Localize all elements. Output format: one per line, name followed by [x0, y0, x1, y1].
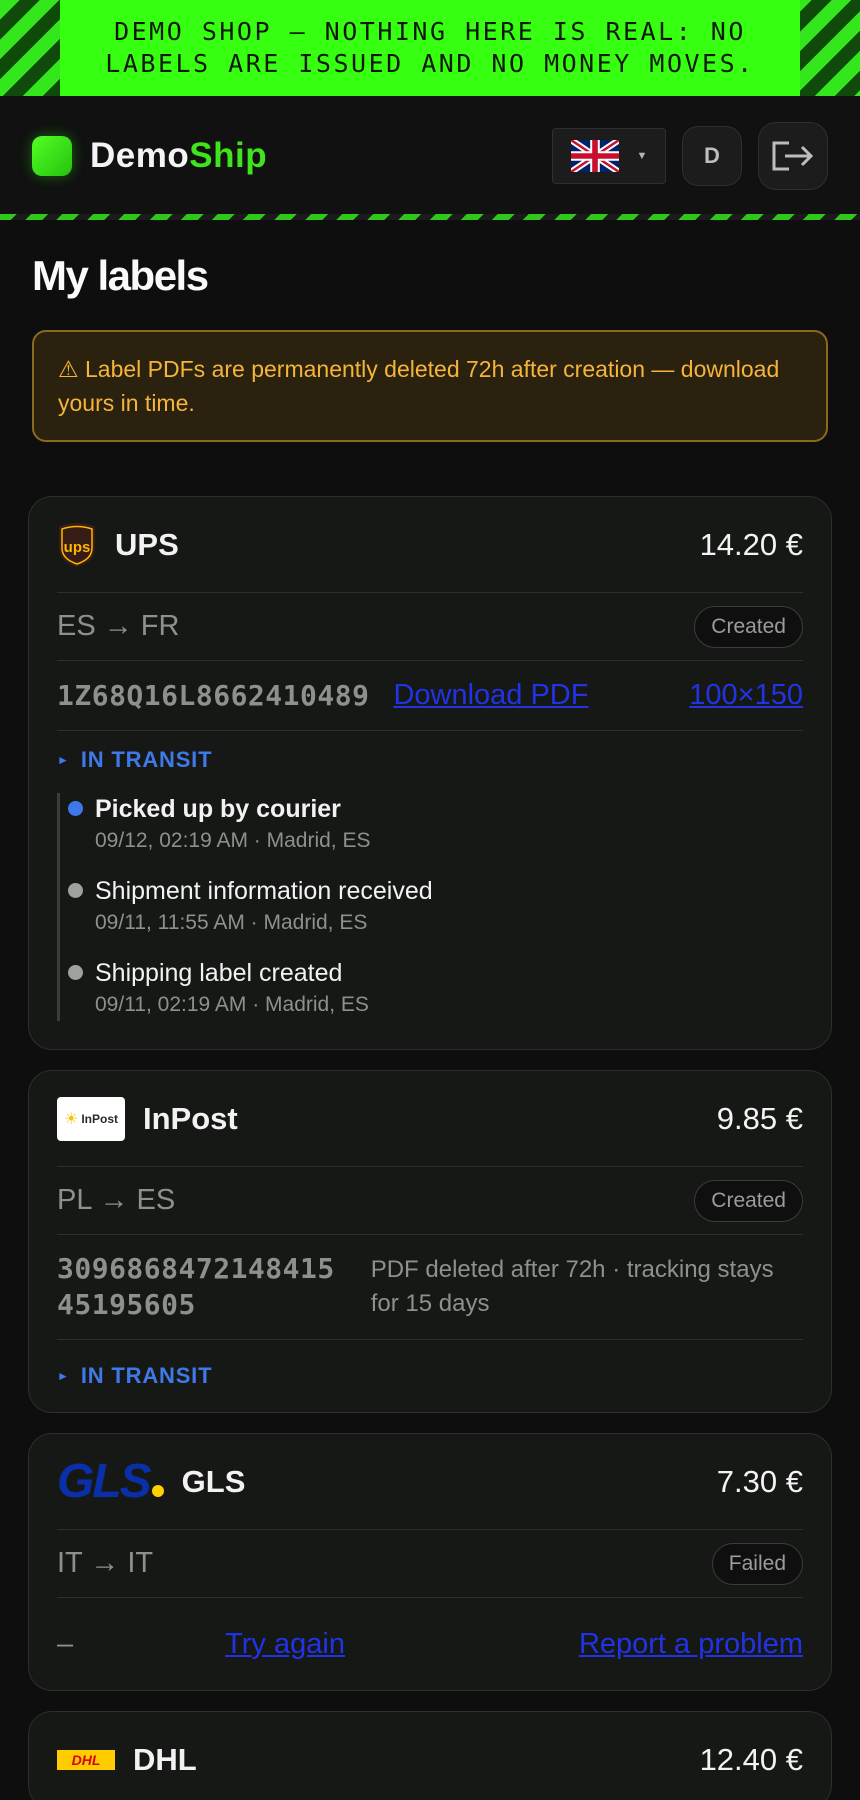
route-row: PL → ES Created	[57, 1167, 803, 1235]
tracking-row: 1Z68Q16L8662410489 Download PDF 100×150	[57, 661, 803, 731]
tracking-number-line: 3096868472148415	[57, 1252, 335, 1285]
notice-text: Label PDFs are permanently deleted 72h a…	[58, 356, 780, 416]
event-title: Picked up by courier	[95, 795, 341, 823]
price: 12.40 €	[699, 1742, 803, 1777]
label-card-ups: ups UPS 14.20 € ES → FR Created 1Z68Q16L…	[28, 496, 832, 1050]
demo-banner-text: DEMO SHOP — NOTHING HERE IS REAL: NO LAB…	[105, 17, 755, 78]
carrier-name: UPS	[115, 526, 179, 562]
label-card-gls: GLS GLS 7.30 € IT → IT Failed – Try agai…	[28, 1433, 832, 1691]
route: IT → IT	[57, 1547, 154, 1579]
uk-flag-icon	[570, 140, 619, 172]
brand-name-demo: Demo	[90, 136, 190, 175]
gls-logo-dot	[151, 1484, 164, 1497]
logout-button[interactable]	[758, 122, 828, 190]
route: ES → FR	[57, 610, 180, 642]
brand-name: DemoShip	[90, 136, 267, 176]
card-header: DHL DHL 12.40 €	[57, 1712, 803, 1800]
tracking-row: – Try again Report a problem	[57, 1598, 803, 1690]
event-meta: 09/11, 11:55 AM · Madrid, ES	[95, 911, 368, 934]
tracking-status: IN TRANSIT	[80, 747, 213, 772]
event-meta: 09/11, 02:19 AM · Madrid, ES	[95, 993, 369, 1016]
try-again-link[interactable]: Try again	[225, 1628, 345, 1661]
timeline-dot-active	[68, 801, 83, 816]
deletion-notice: ⚠ Label PDFs are permanently deleted 72h…	[32, 330, 828, 442]
timeline-dot	[68, 883, 83, 898]
status-badge: Failed	[711, 1542, 803, 1585]
ups-logo-icon: ups	[59, 522, 95, 567]
tracking-status: IN TRANSIT	[80, 1363, 213, 1388]
brand-mark-icon	[32, 136, 72, 176]
svg-text:ups: ups	[64, 539, 91, 556]
tracking-number: –	[57, 1627, 74, 1660]
route: PL → ES	[57, 1184, 176, 1216]
caret-right-icon: ►	[57, 753, 69, 767]
price: 9.85 €	[716, 1100, 803, 1136]
status-row: ► IN TRANSIT	[57, 731, 803, 789]
carrier-name: InPost	[143, 1100, 238, 1136]
tracking-status-toggle[interactable]: ► IN TRANSIT	[57, 1363, 212, 1389]
tracking-timeline: Picked up by courier 09/12, 02:19 AM · M…	[57, 793, 803, 1021]
brand-logo[interactable]: DemoShip	[32, 136, 267, 176]
inpost-logo-text: InPost	[81, 1111, 118, 1126]
card-header: ups UPS 14.20 €	[57, 497, 803, 593]
timeline-event: Shipping label created 09/11, 02:19 AM ·…	[68, 957, 803, 1021]
top-header: DemoShip ▼ D	[0, 96, 860, 220]
demo-banner-panel: DEMO SHOP — NOTHING HERE IS REAL: NO LAB…	[60, 0, 800, 96]
inpost-logo-icon: ☀ InPost	[57, 1096, 125, 1141]
price: 14.20 €	[699, 526, 803, 562]
tracking-row: 3096868472148415 45195605 PDF deleted af…	[57, 1235, 803, 1340]
gls-logo-icon: GLS	[57, 1454, 164, 1508]
status-row: ► IN TRANSIT	[57, 1340, 803, 1412]
label-list: ups UPS 14.20 € ES → FR Created 1Z68Q16L…	[0, 496, 860, 1800]
tracking-number-line: 45195605	[57, 1288, 196, 1321]
language-select[interactable]: ▼	[552, 128, 666, 184]
report-problem-link[interactable]: Report a problem	[579, 1628, 803, 1661]
inpost-sun-icon: ☀	[63, 1110, 79, 1128]
labels-page: My labels ⚠ Label PDFs are permanently d…	[0, 216, 860, 442]
download-pdf-link[interactable]: Download PDF	[393, 679, 588, 712]
pdf-deleted-note: PDF deleted after 72h · tracking stays f…	[370, 1256, 774, 1317]
price: 7.30 €	[716, 1463, 803, 1499]
card-header: ☀ InPost InPost 9.85 €	[57, 1071, 803, 1167]
label-card-dhl: DHL DHL 12.40 €	[28, 1711, 832, 1800]
event-title: Shipment information received	[95, 877, 433, 905]
timeline-dot	[68, 965, 83, 980]
card-header: GLS GLS 7.30 €	[57, 1434, 803, 1530]
tracking-number: 1Z68Q16L8662410489	[57, 679, 370, 712]
caret-right-icon: ►	[57, 1369, 69, 1383]
status-badge: Created	[694, 605, 803, 648]
page-title: My labels	[32, 252, 209, 299]
timeline-event: Shipment information received 09/11, 11:…	[68, 875, 803, 939]
dhl-logo-icon: DHL	[57, 1750, 115, 1770]
tracking-status-toggle[interactable]: ► IN TRANSIT	[57, 747, 212, 773]
timeline-event: Picked up by courier 09/12, 02:19 AM · M…	[68, 793, 803, 857]
gls-logo-text: GLS	[57, 1454, 152, 1508]
warning-icon: ⚠	[58, 356, 79, 382]
demo-banner: DEMO SHOP — NOTHING HERE IS REAL: NO LAB…	[0, 0, 860, 96]
event-meta: 09/12, 02:19 AM · Madrid, ES	[95, 829, 371, 852]
logout-icon	[772, 141, 814, 171]
carrier-name: DHL	[133, 1742, 197, 1777]
tracking-number: 3096868472148415 45195605	[57, 1251, 335, 1323]
carrier-name: GLS	[181, 1463, 246, 1499]
route-row: ES → FR Created	[57, 593, 803, 661]
label-format-link[interactable]: 100×150	[689, 679, 803, 712]
chevron-down-icon: ▼	[636, 150, 648, 162]
brand-name-ship: Ship	[189, 136, 268, 175]
header-actions: ▼ D	[552, 122, 828, 190]
event-title: Shipping label created	[95, 959, 343, 987]
label-card-inpost: ☀ InPost InPost 9.85 € PL → ES Created 3…	[28, 1070, 832, 1413]
route-row: IT → IT Failed	[57, 1530, 803, 1598]
status-badge: Created	[694, 1179, 803, 1222]
user-avatar[interactable]: D	[682, 126, 742, 186]
